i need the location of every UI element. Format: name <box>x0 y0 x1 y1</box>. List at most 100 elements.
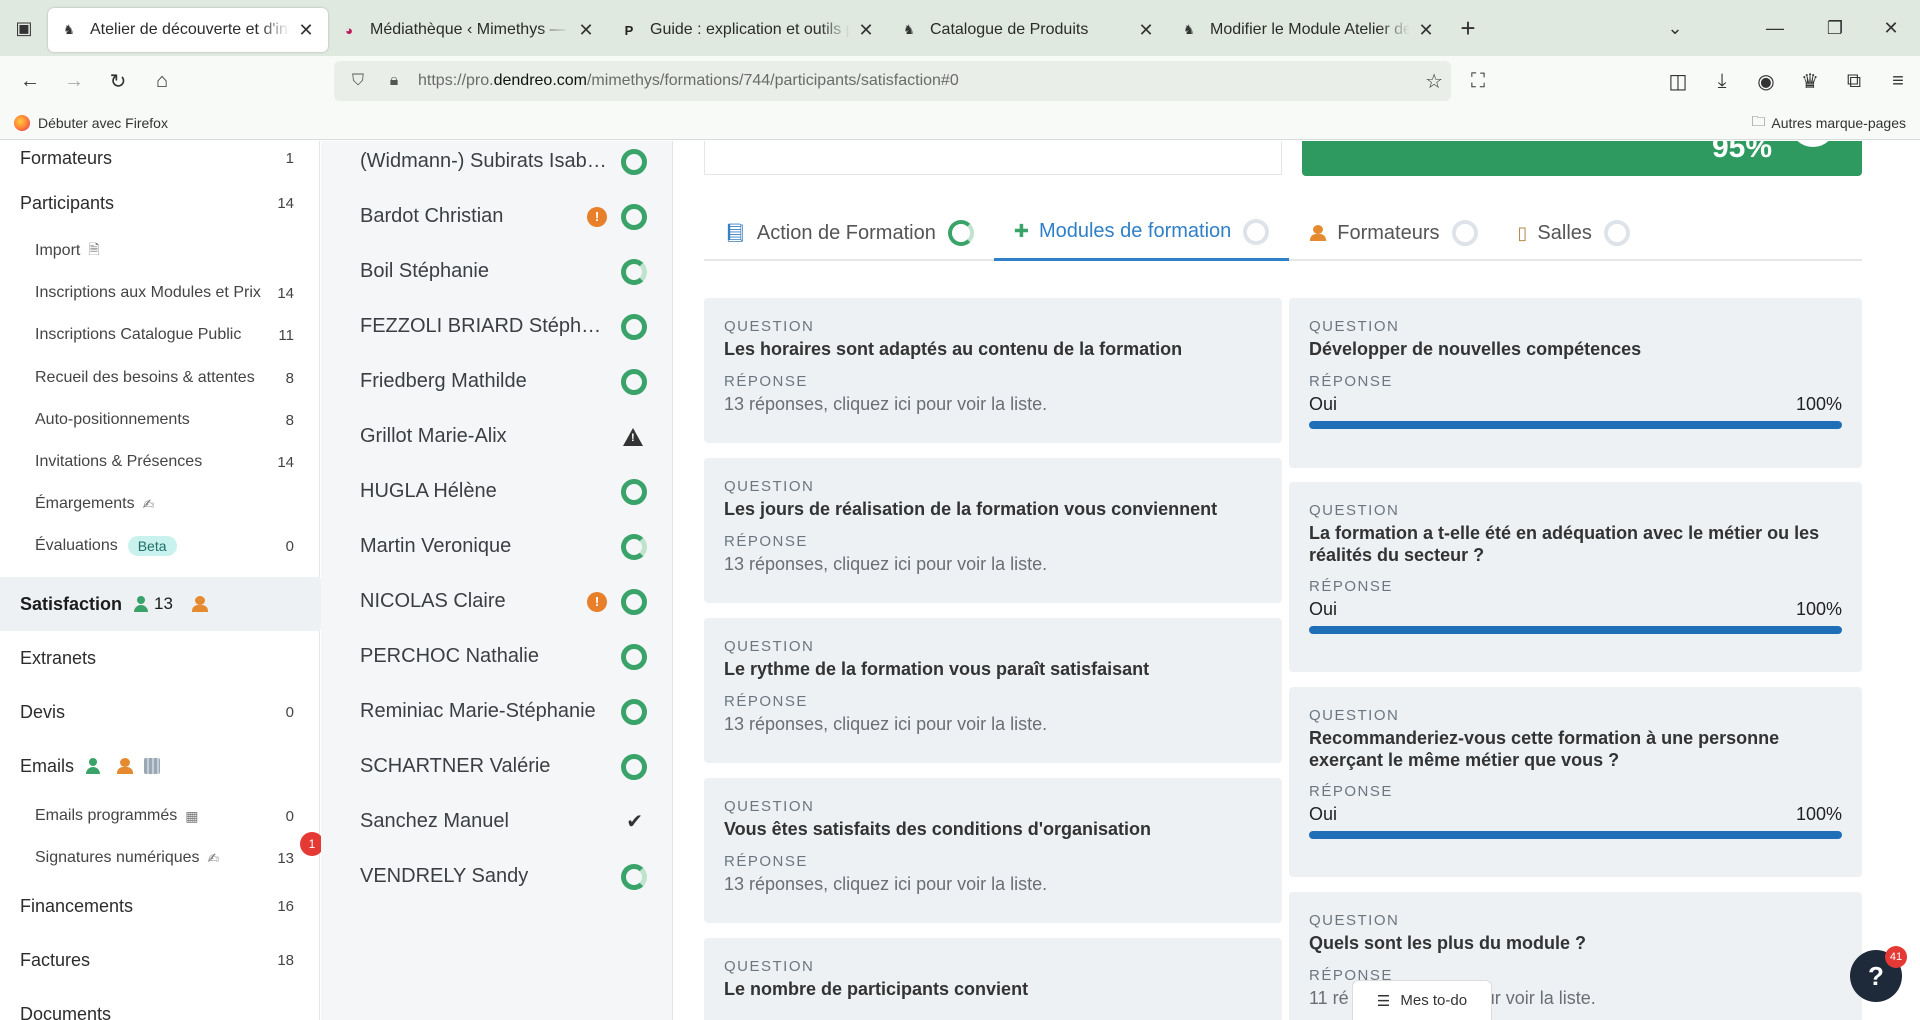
answer-row: Oui 100% <box>1309 394 1842 415</box>
participant-row[interactable]: FEZZOLI BRIARD Stéphanie <box>321 304 673 349</box>
participant-row[interactable]: Grillot Marie-Alix <box>321 414 673 459</box>
back-icon[interactable]: ← <box>8 61 52 101</box>
sidebar-item-import[interactable]: Import 🗎 <box>0 230 320 272</box>
status-ring-icon <box>621 698 647 725</box>
reload-icon[interactable]: ↻ <box>96 61 140 101</box>
pocket-icon[interactable]: ◫ <box>1656 61 1700 101</box>
browser-tab[interactable]: ♞ Catalogue de Produits ✕ <box>888 8 1168 52</box>
answer-progress-bar <box>1309 626 1842 635</box>
sidebar-item-financements[interactable]: Financements 16 <box>0 879 320 933</box>
tab-formateurs[interactable]: Formateurs <box>1289 205 1497 261</box>
question-card[interactable]: QUESTION Recommanderiez-vous cette forma… <box>1289 687 1862 877</box>
bookmark-firefox[interactable]: Débuter avec Firefox <box>38 115 168 131</box>
lock-icon[interactable]: 🔒︎ <box>376 72 412 90</box>
new-tab-button[interactable]: + <box>1448 13 1488 44</box>
close-tab-icon[interactable]: ✕ <box>296 20 316 41</box>
forward-icon[interactable]: → <box>52 61 96 101</box>
extension-icon[interactable]: ⛶ <box>1456 61 1500 101</box>
minimize-icon[interactable]: — <box>1746 0 1804 56</box>
question-card[interactable]: QUESTION Le rythme de la formation vous … <box>704 618 1282 763</box>
participant-row[interactable]: VENDRELY Sandy <box>321 854 673 899</box>
browser-tab[interactable]: P Guide : explication et outils pou ✕ <box>608 8 888 52</box>
sidebar-item-inscriptions-catalogue[interactable]: Inscriptions Catalogue Public 11 <box>0 314 320 356</box>
sidebar-item-auto-positionnements[interactable]: Auto-positionnements 8 <box>0 399 320 441</box>
close-tab-icon[interactable]: ✕ <box>1416 20 1436 41</box>
participant-row[interactable]: Bardot Christian! <box>321 194 673 239</box>
sidebar-item-recueil[interactable]: Recueil des besoins & attentes 8 <box>0 357 320 399</box>
close-tab-icon[interactable]: ✕ <box>576 20 596 41</box>
guide-favicon-icon: P <box>624 22 634 38</box>
participant-name: Bardot Christian <box>360 205 504 227</box>
shield-icon[interactable]: ⛉ <box>340 72 376 90</box>
sidebar-item-label: Invitations & Présences <box>35 453 203 470</box>
participant-row[interactable]: Boil Stéphanie <box>321 249 673 294</box>
sidebar-item-inscriptions-modules[interactable]: Inscriptions aux Modules et Prix 14 <box>0 272 320 314</box>
participant-name: Boil Stéphanie <box>360 260 489 282</box>
sidebar-item-emails[interactable]: Emails <box>0 739 320 793</box>
participant-row[interactable]: SCHARTNER Valérie <box>321 744 673 789</box>
sidebar-item-emails-programmes[interactable]: Emails programmés ▦ 0 <box>0 795 320 837</box>
question-text: La formation a t-elle été en adéquation … <box>1309 523 1820 565</box>
sidebar-item-evaluations[interactable]: Évaluations Beta 0 <box>0 525 320 567</box>
sidebar-item-invitations[interactable]: Invitations & Présences 14 <box>0 441 320 483</box>
participant-row[interactable]: NICOLAS Claire! <box>321 579 673 624</box>
close-tab-icon[interactable]: ✕ <box>856 20 876 41</box>
sidebar-item-satisfaction[interactable]: Satisfaction 13 <box>0 577 334 631</box>
sidebar-item-factures[interactable]: Factures 18 <box>0 933 320 987</box>
participant-row[interactable]: (Widmann-) Subirats Isab… <box>321 141 673 184</box>
participant-name: (Widmann-) Subirats Isab… <box>360 150 607 172</box>
url-bar[interactable]: ⛉ 🔒︎ https://pro.dendreo.com/mimethys/fo… <box>334 61 1451 101</box>
sidebar-item-emargements[interactable]: Émargements ✍ <box>0 483 320 525</box>
download-icon[interactable]: ⤓ <box>1700 61 1744 101</box>
question-card[interactable]: QUESTION Vous êtes satisfaits des condit… <box>704 778 1282 923</box>
browser-tab[interactable]: ♞ Modifier le Module Atelier de d ✕ <box>1168 8 1448 52</box>
bookmark-star-icon[interactable]: ☆ <box>1425 69 1443 94</box>
participant-row[interactable]: Sanchez Manuel ✔ <box>321 799 673 844</box>
url-path: /mimethys/formations/744/participants/sa… <box>586 72 959 89</box>
answer-link[interactable]: 13 réponses, cliquez ici pour voir la li… <box>724 874 1262 895</box>
tab-modules-formation[interactable]: ✚ Modules de formation <box>993 205 1290 261</box>
tab-action-formation[interactable]: 📘︎ Action de Formation <box>704 205 994 261</box>
browser-tab[interactable]: ◕ Médiathèque ‹ Mimethys — Wo ✕ <box>328 8 608 52</box>
answer-link[interactable]: 13 réponses, cliquez ici pour voir la li… <box>724 714 1262 735</box>
question-text: Vous êtes satisfaits des conditions d'or… <box>724 819 1152 839</box>
chevron-down-icon[interactable]: ⌄ <box>1646 0 1704 56</box>
sidebar-item-documents[interactable]: Documents <box>0 987 320 1020</box>
main-content: 95% 📘︎ Action de Formation ✚ Modules de … <box>674 141 1920 1020</box>
satisfaction-percent: 95% <box>1711 141 1772 164</box>
sidebar-item-count: 18 <box>277 951 294 969</box>
question-card[interactable]: QUESTION Les jours de réalisation de la … <box>704 458 1282 603</box>
sidebar-item-count: 8 <box>285 411 294 429</box>
menu-icon[interactable]: ≡ <box>1876 61 1920 101</box>
home-icon[interactable]: ⌂ <box>140 61 184 101</box>
todo-widget[interactable]: ☰ Mes to-do <box>1352 980 1492 1020</box>
sidebar-item-devis[interactable]: Devis 0 <box>0 685 320 739</box>
url-text: https://pro.dendreo.com/mimethys/formati… <box>418 72 959 90</box>
question-card[interactable]: QUESTION La formation a t-elle été en ad… <box>1289 482 1862 672</box>
participant-row[interactable]: Reminiac Marie-Stéphanie <box>321 689 673 734</box>
participant-row[interactable]: HUGLA Hélène <box>321 469 673 514</box>
account-icon[interactable]: ◉ <box>1744 61 1788 101</box>
sidebar-item-extranets[interactable]: Extranets <box>0 631 320 685</box>
answer-link[interactable]: 13 réponses, cliquez ici pour voir la li… <box>724 394 1262 415</box>
list-all-tabs-icon[interactable]: ▣ <box>0 0 48 56</box>
sidebar-item-formateurs[interactable]: Formateurs 1 <box>0 141 320 175</box>
answer-link[interactable]: 13 réponses, cliquez ici pour voir la li… <box>724 554 1262 575</box>
participant-row[interactable]: PERCHOC Nathalie <box>321 634 673 679</box>
close-tab-icon[interactable]: ✕ <box>1136 20 1156 41</box>
sidebar-item-participants[interactable]: Participants 14 <box>0 177 320 229</box>
extensions-icon[interactable]: ⧉ <box>1832 61 1876 101</box>
question-card[interactable]: QUESTION Le nombre de participants convi… <box>704 938 1282 1020</box>
close-window-icon[interactable]: ✕ <box>1862 0 1920 56</box>
other-bookmarks[interactable]: 🗀 Autres marque-pages <box>1751 111 1906 135</box>
answer-percent: 100% <box>1795 804 1842 825</box>
question-card[interactable]: QUESTION Les horaires sont adaptés au co… <box>704 298 1282 443</box>
question-card[interactable]: QUESTION Développer de nouvelles compéte… <box>1289 298 1862 468</box>
tab-salles[interactable]: ▯ Salles <box>1498 205 1650 261</box>
restore-icon[interactable]: ❐ <box>1806 0 1864 56</box>
sidebar-item-signatures[interactable]: Signatures numériques ✍ 13 <box>0 837 320 879</box>
trophy-icon[interactable]: ♛ <box>1788 61 1832 101</box>
participant-row[interactable]: Martin Veronique <box>321 524 673 569</box>
participant-row[interactable]: Friedberg Mathilde <box>321 359 673 404</box>
browser-tab[interactable]: ♞ Atelier de découverte et d'initia ✕ <box>48 8 328 52</box>
